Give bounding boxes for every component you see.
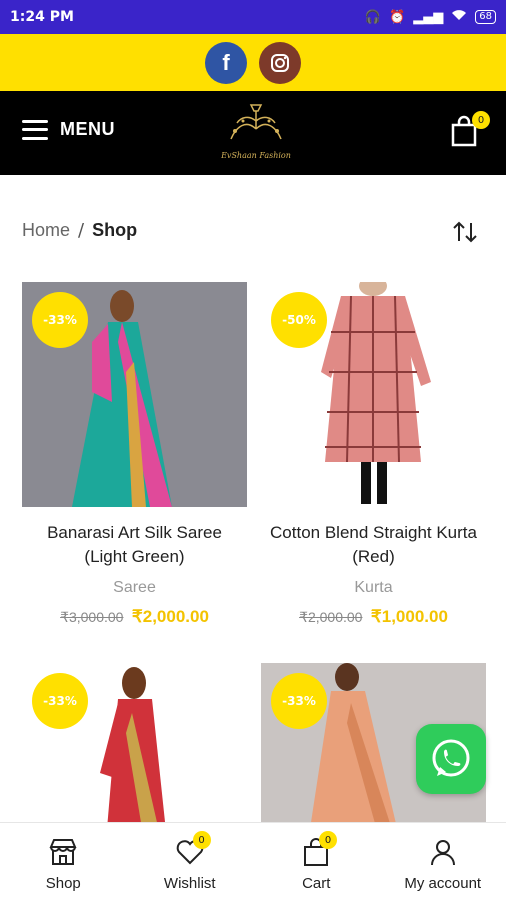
- sale-price: ₹2,000.00: [131, 607, 209, 626]
- wishlist-count-badge: 0: [192, 831, 211, 849]
- product-category[interactable]: Kurta: [261, 579, 486, 597]
- breadcrumb-separator: /: [78, 220, 85, 241]
- facebook-icon[interactable]: f: [205, 41, 247, 84]
- nav-label: My account: [404, 875, 482, 892]
- sort-icon[interactable]: [452, 220, 478, 244]
- discount-badge: -33%: [32, 292, 88, 348]
- whatsapp-button[interactable]: [416, 724, 486, 794]
- product-image[interactable]: -50%: [261, 282, 486, 507]
- product-price: ₹2,000.00 ₹1,000.00: [261, 607, 486, 627]
- product-name[interactable]: Cotton Blend Straight Kurta (Red): [261, 521, 486, 569]
- old-price: ₹2,000.00: [299, 609, 363, 625]
- product-category[interactable]: Saree: [22, 579, 247, 597]
- discount-badge: -33%: [271, 673, 327, 729]
- whatsapp-icon: [432, 739, 470, 777]
- site-header: MENU EvShaan Fashion 0: [0, 91, 506, 175]
- menu-label: MENU: [60, 119, 115, 139]
- nav-label: Shop: [45, 875, 81, 892]
- breadcrumb: Home / Shop: [22, 220, 137, 241]
- cart-count-badge: 0: [319, 831, 337, 849]
- nav-shop[interactable]: Shop: [0, 823, 127, 900]
- wifi-icon: [451, 9, 467, 25]
- old-price: ₹3,000.00: [60, 609, 124, 625]
- signal-icon: ▂▄▆: [413, 9, 444, 25]
- nav-my-account[interactable]: My account: [380, 823, 506, 900]
- nav-wishlist[interactable]: 0 Wishlist: [127, 823, 254, 900]
- bottom-navigation: Shop 0 Wishlist 0 Cart My account: [0, 822, 506, 900]
- breadcrumb-current: Shop: [92, 220, 138, 240]
- status-time: 1:24 PM: [10, 9, 74, 25]
- menu-button[interactable]: MENU: [22, 119, 115, 140]
- social-bar: f: [0, 34, 506, 91]
- store-icon: [49, 839, 77, 865]
- cart-count-badge: 0: [472, 111, 490, 129]
- hamburger-icon: [22, 119, 48, 140]
- header-cart-button[interactable]: 0: [450, 111, 490, 149]
- nav-label: Cart: [302, 875, 331, 892]
- discount-badge: -50%: [271, 292, 327, 348]
- discount-badge: -33%: [32, 673, 88, 729]
- breadcrumb-home[interactable]: Home: [22, 220, 70, 241]
- product-price: ₹3,000.00 ₹2,000.00: [22, 607, 247, 627]
- sale-price: ₹1,000.00: [370, 607, 448, 626]
- logo-text: EvShaan Fashion: [221, 151, 291, 160]
- status-bar: 1:24 PM 🎧 ⏰ ▂▄▆ 68: [0, 0, 506, 34]
- site-logo[interactable]: EvShaan Fashion: [218, 99, 294, 167]
- alarm-icon: ⏰: [389, 9, 406, 25]
- battery-indicator: 68: [475, 10, 496, 24]
- product-card[interactable]: -50% Cotton Blend Straight Kurta (Red) K…: [261, 282, 486, 627]
- product-name[interactable]: Banarasi Art Silk Saree (Light Green): [22, 521, 247, 569]
- nav-cart[interactable]: 0 Cart: [253, 823, 380, 900]
- product-image[interactable]: -33%: [22, 282, 247, 507]
- status-icons: 🎧 ⏰ ▂▄▆ 68: [365, 9, 496, 25]
- headset-icon: 🎧: [364, 9, 382, 25]
- product-card[interactable]: -33% Banarasi Art Silk Saree (Light Gree…: [22, 282, 247, 627]
- nav-label: Wishlist: [163, 875, 216, 892]
- user-icon: [430, 840, 455, 866]
- instagram-icon[interactable]: [259, 41, 301, 84]
